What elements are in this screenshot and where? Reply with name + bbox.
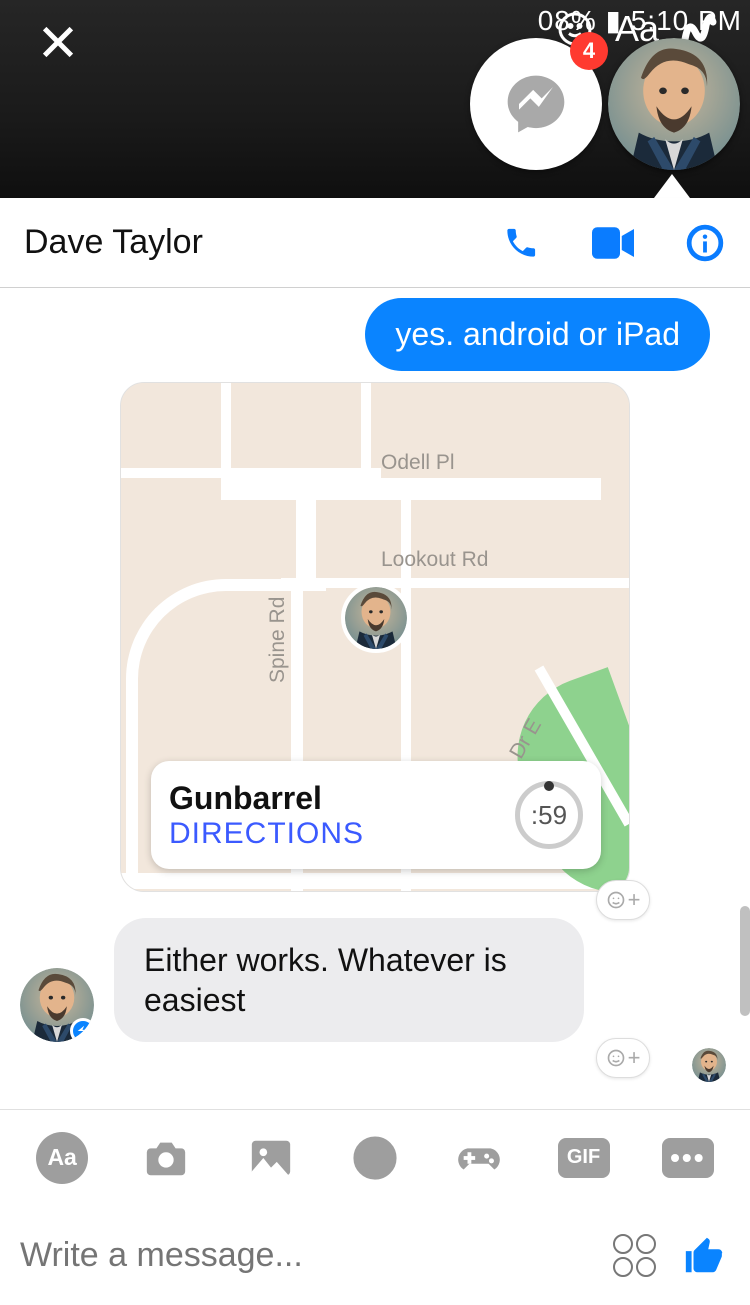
conversation-header: Dave Taylor xyxy=(0,198,750,288)
contact-name[interactable]: Dave Taylor xyxy=(24,223,500,262)
unread-badge: 4 xyxy=(570,32,608,70)
chat-body[interactable]: yes. android or iPad Odell Pl Lookout Rd… xyxy=(0,288,750,1105)
map-label-lookout: Lookout Rd xyxy=(381,548,488,572)
message-input[interactable] xyxy=(20,1236,589,1275)
incoming-message[interactable]: Either works. Whatever is easiest xyxy=(114,918,584,1042)
location-info-card[interactable]: Gunbarrel DIRECTIONS :59 xyxy=(151,761,601,869)
info-icon[interactable] xyxy=(684,222,726,264)
seen-indicator-avatar xyxy=(692,1048,726,1082)
map-preview[interactable]: Odell Pl Lookout Rd Spine Rd Dr E Gunbar… xyxy=(121,383,629,891)
compose-toolbar: Aa GIF ••• xyxy=(0,1109,750,1205)
map-user-pin xyxy=(341,583,411,653)
sticker-grid-icon[interactable] xyxy=(613,1234,656,1277)
sender-avatar[interactable] xyxy=(20,968,94,1042)
chat-heads: 4 xyxy=(470,38,740,170)
voice-call-icon[interactable] xyxy=(500,222,542,264)
messenger-chathead[interactable]: 4 xyxy=(470,38,602,170)
reaction-add-icon[interactable]: + xyxy=(596,1038,650,1078)
chathead-overlay: 08% ▮ 5:10 PM Aa 4 xyxy=(0,0,750,198)
incoming-row: Either works. Whatever is easiest xyxy=(20,918,584,1042)
contact-chathead[interactable] xyxy=(608,38,740,170)
close-icon[interactable] xyxy=(30,14,86,70)
live-location-timer: :59 xyxy=(515,781,583,849)
map-label-odell: Odell Pl xyxy=(381,451,455,475)
outgoing-message[interactable]: yes. android or iPad xyxy=(365,298,710,371)
video-call-icon[interactable] xyxy=(592,222,634,264)
timer-value: :59 xyxy=(531,800,567,831)
gif-button[interactable]: GIF xyxy=(558,1132,610,1184)
map-label-spine: Spine Rd xyxy=(266,597,290,683)
reaction-add-icon[interactable]: + xyxy=(596,880,650,920)
gallery-icon[interactable] xyxy=(245,1132,297,1184)
camera-icon[interactable] xyxy=(140,1132,192,1184)
scrollbar-thumb[interactable] xyxy=(740,906,750,1016)
directions-button[interactable]: DIRECTIONS xyxy=(169,817,515,851)
emoji-icon[interactable] xyxy=(349,1132,401,1184)
more-icon[interactable]: ••• xyxy=(662,1132,714,1184)
games-icon[interactable] xyxy=(453,1132,505,1184)
text-tool-button[interactable]: Aa xyxy=(36,1132,88,1184)
location-title: Gunbarrel xyxy=(169,780,515,817)
messenger-badge-icon xyxy=(70,1018,94,1042)
chathead-pointer xyxy=(654,174,690,198)
message-input-row xyxy=(0,1205,750,1305)
thumbs-up-icon[interactable] xyxy=(680,1230,730,1280)
location-card[interactable]: Odell Pl Lookout Rd Spine Rd Dr E Gunbar… xyxy=(120,382,630,892)
